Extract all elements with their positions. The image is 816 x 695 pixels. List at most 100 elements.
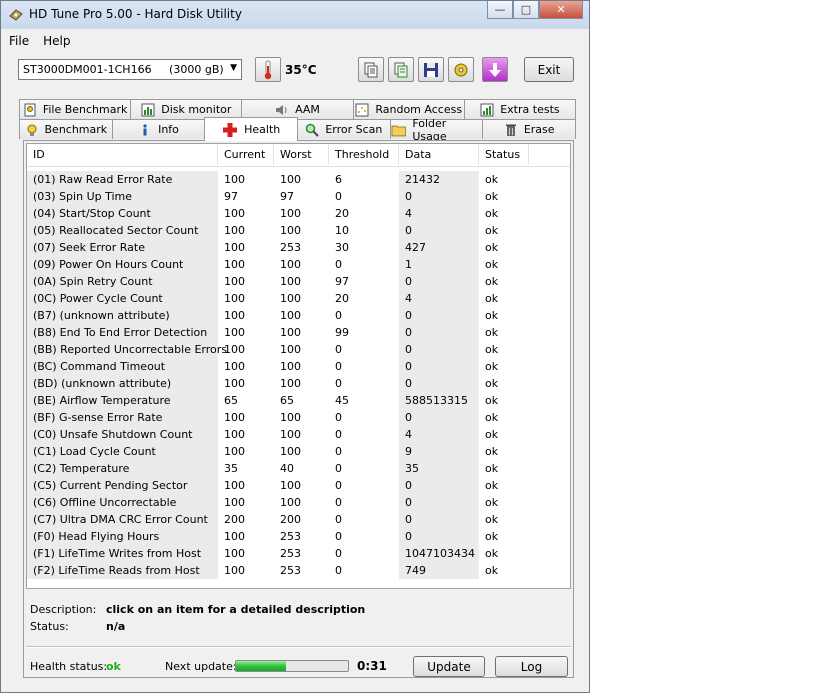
table-row[interactable]: (09) Power On Hours Count 100 100 0 1 ok: [27, 256, 570, 273]
column-header-status[interactable]: Status: [479, 144, 529, 165]
download-button[interactable]: [482, 57, 508, 82]
file-benchmark-icon: [24, 103, 36, 116]
table-row[interactable]: (F0) Head Flying Hours 100 253 0 0 ok: [27, 528, 570, 545]
column-header-id[interactable]: ID: [27, 144, 218, 165]
status-value: ok: [485, 360, 499, 373]
tab-label: Random Access: [375, 103, 463, 116]
tab-label: Disk monitor: [161, 103, 232, 116]
maximize-button[interactable]: □: [513, 1, 539, 19]
tab-disk-monitor[interactable]: Disk monitor: [130, 99, 243, 119]
table-row[interactable]: (05) Reallocated Sector Count 100 100 10 0 ok: [27, 222, 570, 239]
minimize-button[interactable]: —: [487, 1, 513, 19]
folder-icon: [391, 125, 406, 136]
table-row[interactable]: (04) Start/Stop Count 100 100 20 4 ok: [27, 205, 570, 222]
tab-file-benchmark[interactable]: File Benchmark: [19, 99, 132, 119]
status-value: ok: [485, 394, 499, 407]
threshold-value: 99: [335, 326, 349, 339]
smart-table[interactable]: ID Current Worst Threshold Data Status (…: [26, 143, 571, 589]
data-value: 0: [399, 358, 479, 375]
attribute-id: (0C) Power Cycle Count: [27, 290, 218, 307]
save-button[interactable]: [418, 57, 444, 82]
update-button[interactable]: Update: [413, 656, 485, 677]
attribute-id: (BB) Reported Uncorrectable Errors: [27, 341, 227, 358]
current-value: 100: [224, 258, 245, 271]
column-header-current[interactable]: Current: [218, 144, 274, 165]
tab-label: Benchmark: [44, 123, 108, 136]
tab-aam[interactable]: AAM: [241, 99, 354, 119]
tab-label: File Benchmark: [42, 103, 128, 116]
table-row[interactable]: (C6) Offline Uncorrectable 100 100 0 0 ok: [27, 494, 570, 511]
table-row[interactable]: (C7) Ultra DMA CRC Error Count 200 200 0 0 ok: [27, 511, 570, 528]
status-value: ok: [485, 530, 499, 543]
attribute-id: (BC) Command Timeout: [27, 358, 218, 375]
threshold-value: 0: [335, 428, 342, 441]
data-value: 0: [399, 375, 479, 392]
table-row[interactable]: (BF) G-sense Error Rate 100 100 0 0 ok: [27, 409, 570, 426]
status-value: ok: [485, 207, 499, 220]
copy-button[interactable]: [358, 57, 384, 82]
column-header-data[interactable]: Data: [399, 144, 479, 165]
table-row[interactable]: (BD) (unknown attribute) 100 100 0 0 ok: [27, 375, 570, 392]
current-value: 100: [224, 547, 245, 560]
table-row[interactable]: (0C) Power Cycle Count 100 100 20 4 ok: [27, 290, 570, 307]
threshold-value: 0: [335, 496, 342, 509]
data-value: 0: [399, 222, 479, 239]
table-row[interactable]: (C1) Load Cycle Count 100 100 0 9 ok: [27, 443, 570, 460]
table-row[interactable]: (C2) Temperature 35 40 0 35 ok: [27, 460, 570, 477]
worst-value: 253: [280, 530, 301, 543]
menu-help[interactable]: Help: [43, 34, 70, 48]
table-row[interactable]: (01) Raw Read Error Rate 100 100 6 21432 ok: [27, 171, 570, 188]
temperature-button[interactable]: [255, 57, 281, 82]
table-row[interactable]: (B7) (unknown attribute) 100 100 0 0 ok: [27, 307, 570, 324]
table-row[interactable]: (03) Spin Up Time 97 97 0 0 ok: [27, 188, 570, 205]
table-row[interactable]: (F2) LifeTime Reads from Host 100 253 0 749 o…: [27, 562, 570, 579]
current-value: 65: [224, 394, 238, 407]
table-row[interactable]: (BB) Reported Uncorrectable Errors 100 100…: [27, 341, 570, 358]
table-row[interactable]: (07) Seek Error Rate 100 253 30 427 ok: [27, 239, 570, 256]
log-button[interactable]: Log: [495, 656, 568, 677]
column-header-worst[interactable]: Worst: [274, 144, 329, 165]
threshold-value: 0: [335, 343, 342, 356]
status-value: ok: [485, 173, 499, 186]
table-row[interactable]: (B8) End To End Error Detection 100 100 99 0…: [27, 324, 570, 341]
tab-error-scan[interactable]: Error Scan: [297, 119, 391, 139]
threshold-value: 0: [335, 564, 342, 577]
tab-erase[interactable]: Erase: [482, 119, 577, 139]
close-button[interactable]: ✕: [539, 1, 583, 19]
tab-row-1: File Benchmark Disk monitor AAM Random A…: [19, 99, 577, 119]
title-bar[interactable]: HD Tune Pro 5.00 - Hard Disk Utility — □…: [1, 1, 589, 29]
data-value: 0: [399, 273, 479, 290]
table-row[interactable]: (BC) Command Timeout 100 100 0 0 ok: [27, 358, 570, 375]
threshold-value: 0: [335, 479, 342, 492]
options-button[interactable]: [448, 57, 474, 82]
menu-file[interactable]: File: [9, 34, 29, 48]
window-title: HD Tune Pro 5.00 - Hard Disk Utility: [29, 7, 242, 21]
status-label: Status:: [30, 620, 69, 633]
worst-value: 100: [280, 377, 301, 390]
threshold-value: 10: [335, 224, 349, 237]
table-row[interactable]: (C0) Unsafe Shutdown Count 100 100 0 4 ok: [27, 426, 570, 443]
exit-button[interactable]: Exit: [524, 57, 574, 82]
status-value: ok: [485, 292, 499, 305]
table-row[interactable]: (F1) LifeTime Writes from Host 100 253 0 104…: [27, 545, 570, 562]
current-value: 100: [224, 343, 245, 356]
tab-health[interactable]: Health: [204, 117, 299, 141]
threshold-value: 0: [335, 513, 342, 526]
info-icon: [143, 123, 147, 135]
table-row[interactable]: (C5) Current Pending Sector 100 100 0 0 ok: [27, 477, 570, 494]
table-row[interactable]: (BE) Airflow Temperature 65 65 45 588513315 o…: [27, 392, 570, 409]
threshold-value: 30: [335, 241, 349, 254]
app-window: HD Tune Pro 5.00 - Hard Disk Utility — □…: [0, 0, 590, 693]
drive-select[interactable]: ST3000DM001-1CH166 (3000 gB) ▼: [18, 59, 242, 80]
tab-info[interactable]: Info: [111, 119, 206, 139]
tab-label: Error Scan: [325, 123, 383, 136]
data-value: 427: [399, 239, 479, 256]
copy-all-button[interactable]: [388, 57, 414, 82]
tab-folder-usage[interactable]: Folder Usage: [389, 117, 484, 143]
speaker-icon: [276, 104, 287, 115]
column-header-threshold[interactable]: Threshold: [329, 144, 399, 165]
worst-value: 100: [280, 173, 301, 186]
tab-benchmark[interactable]: Benchmark: [19, 119, 113, 139]
table-row[interactable]: (0A) Spin Retry Count 100 100 97 0 ok: [27, 273, 570, 290]
data-value: 0: [399, 528, 479, 545]
